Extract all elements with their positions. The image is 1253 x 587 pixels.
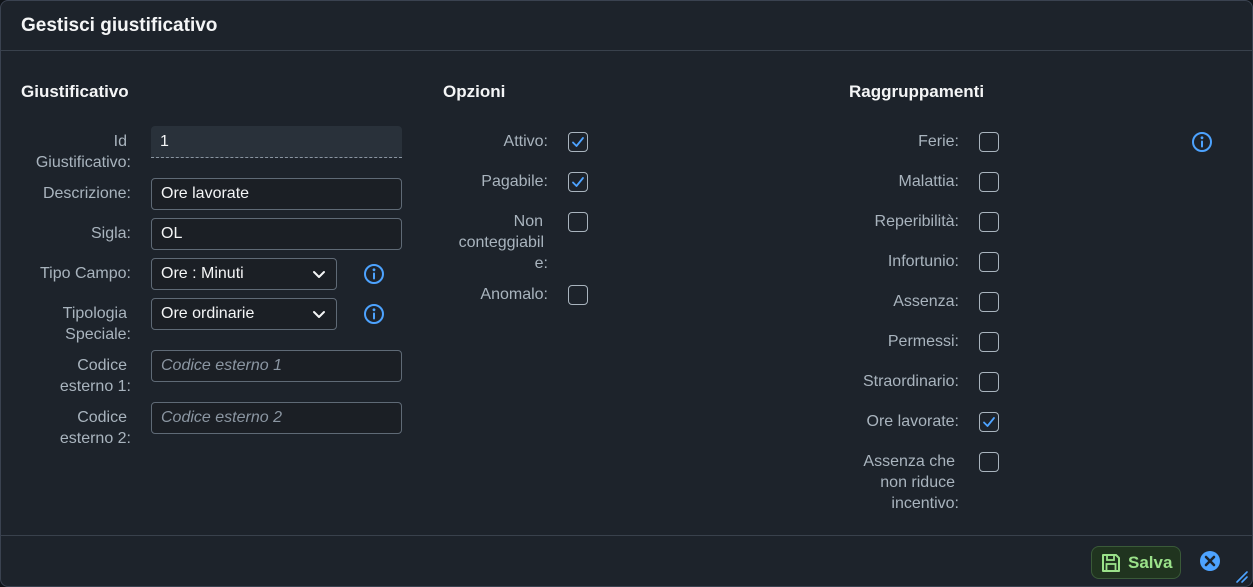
info-icon[interactable] [363, 263, 385, 285]
reperibilita-label: Reperibilità: [874, 213, 959, 230]
permessi-checkbox[interactable] [979, 332, 999, 352]
sigla-label: Sigla: [90, 225, 131, 242]
straordinario-label: Straordinario: [862, 373, 959, 390]
tipologia-select[interactable]: Ore ordinarie [151, 298, 337, 330]
codice1-label-line2: esterno 1: [59, 378, 131, 395]
id-label-line2: Giustificativo: [35, 154, 131, 171]
assenza-incentivo-label-line3: incentivo: [891, 495, 959, 512]
checkmark-icon [983, 417, 995, 427]
section-title-giustificativo: Giustificativo [21, 82, 129, 101]
assenza-incentivo-checkbox[interactable] [979, 452, 999, 472]
dialog-title: Gestisci giustificativo [21, 14, 218, 36]
attivo-checkbox[interactable] [568, 132, 588, 152]
tipologia-label-line1: Tipologia [62, 305, 127, 322]
save-icon [1102, 553, 1120, 572]
pagabile-checkbox[interactable] [568, 172, 588, 192]
section-title-raggruppamenti: Raggruppamenti [849, 82, 985, 101]
codice-esterno-2-input[interactable]: Codice esterno 2 [151, 402, 402, 434]
assenza-incentivo-label-line2: non riduce [880, 474, 955, 491]
info-icon[interactable] [1191, 131, 1213, 153]
chevron-down-icon [313, 271, 325, 278]
ferie-checkbox[interactable] [979, 132, 999, 152]
tipologia-label-line2: Speciale: [65, 326, 131, 343]
non-conteggiabile-label-line3: e: [534, 255, 548, 272]
manage-justification-dialog: Gestisci giustificativo Giustificativo O… [0, 0, 1253, 587]
tipo-campo-select[interactable]: Ore : Minuti [151, 258, 337, 290]
codice-esterno-1-input[interactable]: Codice esterno 1 [151, 350, 402, 382]
ferie-label: Ferie: [918, 133, 959, 150]
attivo-label: Attivo: [503, 133, 548, 150]
codice2-label-line1: Codice [77, 409, 127, 426]
checkmark-icon [572, 177, 584, 187]
descrizione-label: Descrizione: [42, 185, 131, 202]
ore-lavorate-checkbox[interactable] [979, 412, 999, 432]
infortunio-label: Infortunio: [887, 253, 959, 270]
save-button[interactable]: Salva [1091, 546, 1181, 579]
descrizione-input[interactable]: Ore lavorate [151, 178, 402, 210]
malattia-label: Malattia: [898, 173, 959, 190]
pagabile-label: Pagabile: [481, 173, 548, 190]
dialog-header: Gestisci giustificativo [1, 1, 1252, 51]
sigla-input[interactable]: OL [151, 218, 402, 250]
info-icon[interactable] [363, 303, 385, 325]
tipo-campo-value: Ore : Minuti [161, 265, 244, 282]
close-icon[interactable] [1199, 550, 1221, 572]
id-field: 1 [151, 126, 402, 158]
checkmark-icon [572, 137, 584, 147]
resize-handle-icon[interactable] [1233, 568, 1249, 584]
non-conteggiabile-label-line2: conteggiabil [458, 234, 544, 251]
assenza-incentivo-label-line1: Assenza che [863, 453, 955, 470]
tipologia-value: Ore ordinarie [161, 305, 255, 322]
malattia-checkbox[interactable] [979, 172, 999, 192]
ore-lavorate-label: Ore lavorate: [866, 413, 959, 430]
section-title-opzioni: Opzioni [443, 82, 506, 101]
assenza-checkbox[interactable] [979, 292, 999, 312]
codice1-label-line1: Codice [77, 357, 127, 374]
codice2-label-line2: esterno 2: [59, 430, 131, 447]
permessi-label: Permessi: [887, 333, 959, 350]
non-conteggiabile-checkbox[interactable] [568, 212, 588, 232]
save-button-label: Salva [1128, 552, 1173, 572]
tipo-campo-label: Tipo Campo: [40, 265, 131, 282]
dialog-footer: Salva [1, 535, 1252, 586]
infortunio-checkbox[interactable] [979, 252, 999, 272]
non-conteggiabile-label-line1: Non [513, 213, 543, 230]
chevron-down-icon [313, 311, 325, 318]
anomalo-checkbox[interactable] [568, 285, 588, 305]
assenza-label: Assenza: [893, 293, 959, 310]
reperibilita-checkbox[interactable] [979, 212, 999, 232]
straordinario-checkbox[interactable] [979, 372, 999, 392]
anomalo-label: Anomalo: [480, 286, 548, 303]
id-label-line1: Id [113, 133, 127, 150]
